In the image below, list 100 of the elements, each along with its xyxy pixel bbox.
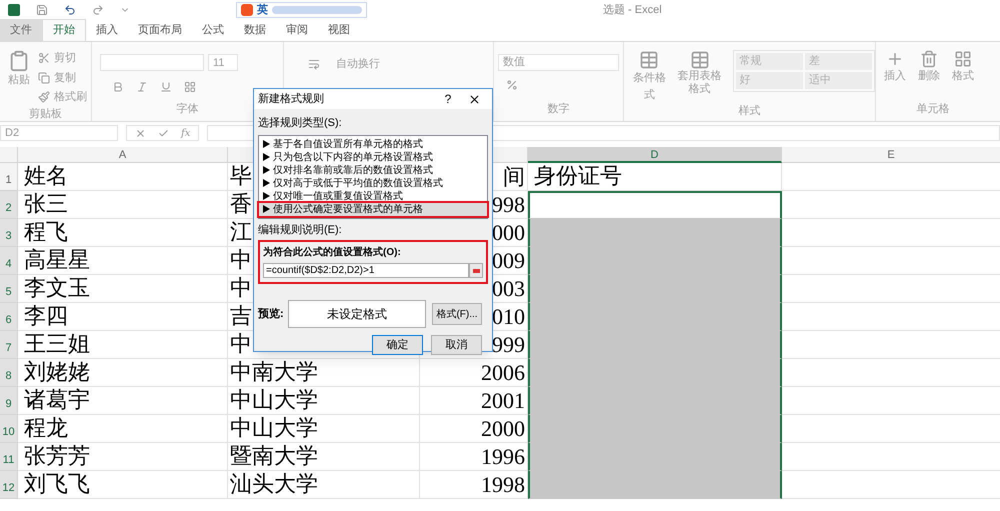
border-icon[interactable] — [184, 81, 196, 93]
rule-type-label: 选择规则类型(S): — [258, 116, 343, 131]
format-painter-button[interactable]: 格式刷 — [38, 89, 87, 106]
excel-logo-icon — [8, 4, 20, 16]
row-header[interactable]: 12 — [0, 471, 18, 499]
row-header[interactable]: 1 — [0, 163, 18, 191]
table-cell: 高星星 — [18, 247, 228, 275]
group-label: 剪贴板 — [28, 106, 63, 122]
group-label: 数字 — [546, 102, 570, 116]
table-cell: 李四 — [18, 303, 228, 331]
row-header[interactable]: 2 — [0, 191, 18, 219]
row-header[interactable]: 7 — [0, 331, 18, 359]
column-header[interactable]: E — [782, 147, 1000, 163]
group-label: 字体 — [176, 102, 200, 116]
column-header[interactable]: D — [528, 147, 782, 163]
percent-icon[interactable] — [506, 79, 518, 91]
cut-button[interactable]: 剪切 — [38, 50, 87, 66]
conditional-format-button[interactable]: 条件格式 — [632, 50, 667, 103]
wrap-text-icon — [308, 58, 320, 70]
table-cell: 汕头大学 — [228, 471, 420, 499]
copy-button[interactable]: 复制 — [38, 70, 87, 86]
redo-icon[interactable] — [92, 4, 104, 16]
row-header[interactable]: 8 — [0, 359, 18, 387]
window-title: 选题 - Excel — [603, 2, 662, 18]
ribbon-tab[interactable]: 审阅 — [276, 19, 318, 41]
table-cell: 王三姐 — [18, 331, 228, 359]
formula-field[interactable]: =countif($D$2:D2,D2)>1 — [263, 263, 469, 278]
row-header[interactable]: 5 — [0, 275, 18, 303]
number-format-field[interactable]: 数值 — [498, 54, 619, 71]
name-box[interactable]: D2 — [0, 125, 118, 141]
preview-box: 未设定格式 — [288, 300, 426, 328]
table-cell[interactable]: 身份证号 — [528, 163, 782, 191]
table-cell: 暨南大学 — [228, 443, 420, 471]
range-picker-button[interactable] — [469, 263, 483, 278]
table-icon — [639, 50, 660, 70]
table-cell: 张芳芳 — [18, 443, 228, 471]
save-icon[interactable] — [36, 4, 48, 16]
cancel-button[interactable]: 取消 — [431, 335, 482, 355]
rule-type-item[interactable]: 只为包含以下内容的单元格设置格式 — [259, 150, 487, 164]
file-tab[interactable]: 文件 — [0, 19, 42, 41]
insert-cells-button[interactable]: 插入 — [884, 50, 906, 100]
row-header[interactable]: 9 — [0, 387, 18, 415]
table-format-button[interactable]: 套用表格格式 — [674, 50, 725, 103]
underline-icon[interactable] — [160, 81, 172, 93]
row-header[interactable]: 6 — [0, 303, 18, 331]
delete-cells-button[interactable]: 删除 — [918, 50, 940, 100]
table-cell: 中山大学 — [228, 415, 420, 443]
table-cell: 诸葛宇 — [18, 387, 228, 415]
ribbon-tab[interactable]: 视图 — [318, 19, 360, 41]
rule-description-label: 编辑规则说明(E): — [258, 222, 343, 238]
format-cells-button[interactable]: 格式 — [952, 50, 974, 100]
wrap-text-label: 自动换行 — [336, 57, 380, 72]
ribbon-tab[interactable]: 数据 — [234, 19, 276, 41]
table-cell: 程飞 — [18, 219, 228, 247]
table-cell[interactable] — [528, 219, 782, 247]
close-icon — [468, 92, 480, 106]
font-name-field[interactable] — [100, 54, 204, 71]
table-cell: 程龙 — [18, 415, 228, 443]
scissors-icon — [38, 52, 50, 64]
table-cell[interactable] — [528, 471, 782, 499]
table-cell[interactable] — [528, 191, 782, 219]
copy-icon — [38, 72, 50, 84]
grid-icon — [954, 50, 972, 68]
plus-icon — [886, 50, 904, 68]
table-cell: 中山大学 — [228, 387, 420, 415]
cancel-icon[interactable] — [135, 128, 146, 138]
table-cell: 刘姥姥 — [18, 359, 228, 387]
paste-button[interactable]: 粘贴 — [8, 50, 30, 106]
bold-icon[interactable] — [112, 81, 124, 93]
group-label: 样式 — [738, 104, 762, 119]
select-all-corner[interactable] — [0, 147, 18, 163]
table-cell: 姓名 — [18, 163, 228, 191]
table-cell: 李文玉 — [18, 275, 228, 303]
font-size-field[interactable]: 11 — [208, 54, 238, 71]
table-cell: 中南大学 — [228, 359, 420, 387]
ribbon-tab[interactable]: 页面布局 — [128, 19, 192, 41]
table-cell: 刘飞飞 — [18, 471, 228, 499]
table-cell: 张三 — [18, 191, 228, 219]
table-icon — [690, 50, 710, 70]
ime-logo-icon — [241, 4, 253, 16]
ribbon-tab[interactable]: 插入 — [86, 19, 128, 41]
ok-button[interactable]: 确定 — [372, 335, 423, 355]
italic-icon[interactable] — [136, 81, 148, 93]
insert-function-button[interactable]: fx — [181, 126, 190, 140]
check-icon[interactable] — [158, 128, 169, 138]
trash-icon — [920, 50, 938, 68]
row-header[interactable]: 11 — [0, 443, 18, 471]
rule-type-item[interactable]: 使用公式确定要设置格式的单元格 — [259, 202, 487, 216]
ime-mode-label[interactable]: 英 — [257, 2, 268, 18]
format-button[interactable]: 格式(F)... — [432, 303, 482, 325]
undo-icon[interactable] — [64, 4, 76, 16]
column-header[interactable]: A — [18, 147, 228, 163]
rule-type-item[interactable]: 基于各自值设置所有单元格的格式 — [259, 138, 487, 150]
ribbon-tab[interactable]: 公式 — [192, 19, 234, 41]
help-button[interactable]: ? — [436, 90, 460, 108]
row-header[interactable]: 10 — [0, 415, 18, 443]
row-header[interactable]: 3 — [0, 219, 18, 247]
brush-icon — [38, 91, 50, 104]
row-header[interactable]: 4 — [0, 247, 18, 275]
ribbon-tab[interactable]: 开始 — [42, 19, 86, 41]
